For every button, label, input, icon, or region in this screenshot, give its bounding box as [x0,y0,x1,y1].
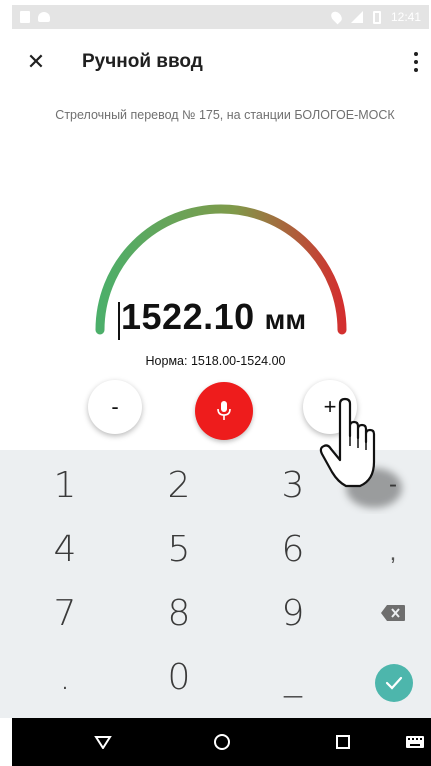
measurement-value: 1522.10 [121,296,255,337]
check-icon [385,676,403,690]
location-icon [329,9,344,25]
key-1[interactable]: 1 [20,456,110,514]
home-icon[interactable] [209,730,235,754]
key-9[interactable]: 9 [248,584,338,642]
screen: 12:41 ✕ Ручной ввод Стрелочный перевод №… [0,0,431,766]
hand-pointer-icon [319,397,402,508]
status-bar: 12:41 [12,5,429,29]
backspace-key[interactable] [360,584,426,642]
mic-icon [217,401,231,420]
more-vert-icon[interactable] [413,52,419,72]
recents-icon[interactable] [330,730,356,754]
measurement-reading[interactable]: 1522.10 мм [118,296,306,346]
android-icon [38,12,50,22]
text-cursor [118,302,120,340]
backspace-icon [381,605,405,621]
key-decimal-point[interactable]: . [20,648,110,706]
key-8[interactable]: 8 [134,584,224,642]
signal-icon [350,11,363,23]
norm-range: Норма: 1518.00-1524.00 [145,354,286,368]
back-icon[interactable] [90,730,116,754]
key-space[interactable]: _ [248,648,338,706]
decrement-label: - [111,394,119,419]
status-time: 12:41 [390,10,421,24]
key-5[interactable]: 5 [134,520,224,578]
app-bar: ✕ Ручной ввод [0,40,431,84]
battery-icon [372,10,381,24]
switch-location-subtitle: Стрелочный перевод № 175, на станции БОЛ… [55,108,395,122]
page-title: Ручной ввод [82,51,203,72]
voice-input-button[interactable] [195,382,253,440]
key-6[interactable]: 6 [248,520,338,578]
key-2[interactable]: 2 [134,456,224,514]
key-7[interactable]: 7 [20,584,110,642]
key-0[interactable]: 0 [134,648,224,706]
done-button[interactable] [375,664,413,702]
key-comma[interactable]: , [360,524,426,582]
decrement-button[interactable]: - [88,380,142,434]
system-nav-bar [12,718,431,766]
sd-card-icon [20,11,30,23]
measurement-unit: мм [264,304,307,335]
keyboard-icon[interactable] [402,730,428,754]
key-4[interactable]: 4 [20,520,110,578]
close-icon[interactable]: ✕ [24,50,48,74]
